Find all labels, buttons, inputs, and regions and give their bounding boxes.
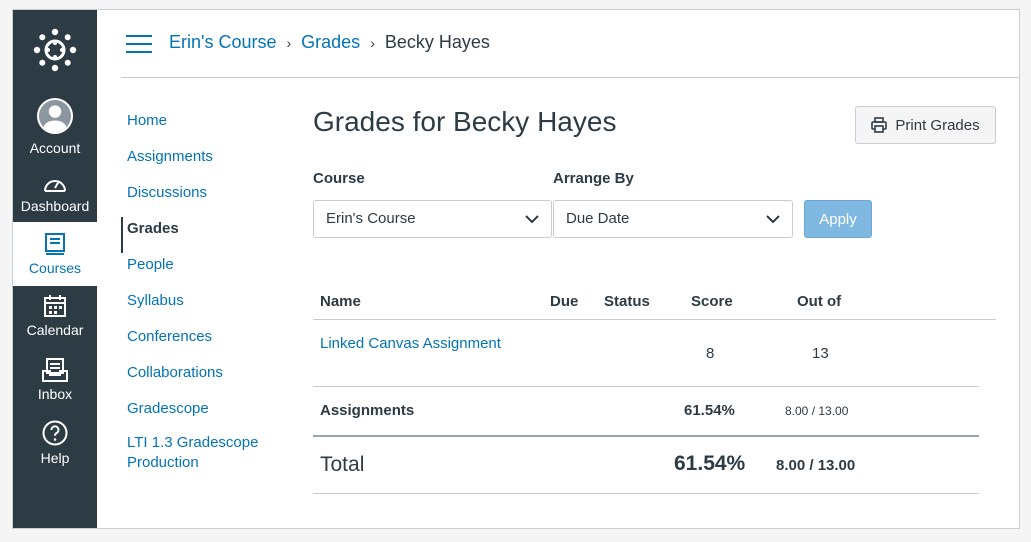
group-points: 8.00 / 13.00 [785,404,849,418]
assignment-link[interactable]: Linked Canvas Assignment [320,335,501,352]
page-title: Grades for Becky Hayes [313,106,617,137]
calendar-icon [44,295,66,317]
course-nav-conferences[interactable]: Conferences [121,325,291,361]
course-nav-lti-gradescope[interactable]: LTI 1.3 Gradescope Production [121,433,271,473]
print-grades-button[interactable]: Print Grades [855,106,996,144]
breadcrumb-course[interactable]: Erin's Course [169,32,276,53]
course-nav-grades[interactable]: Grades [121,217,291,253]
row-divider [313,386,979,387]
nav-help[interactable]: Help [13,420,97,466]
breadcrumb: Erin's Course › Grades › Becky Hayes [169,32,490,53]
nav-account-label: Account [29,140,81,156]
printer-icon [871,117,888,133]
breadcrumb-separator-icon: › [370,34,375,51]
nav-dashboard-label: Dashboard [20,198,90,214]
courses-icon [45,233,65,255]
nav-help-label: Help [40,450,70,466]
course-nav-assignments[interactable]: Assignments [121,145,291,181]
course-nav-home[interactable]: Home [121,109,291,145]
assignment-out-of: 13 [812,345,829,362]
group-percent: 61.54% [684,402,735,419]
breadcrumb-grades[interactable]: Grades [301,32,360,53]
arrange-by-label: Arrange By [553,170,634,187]
canvas-logo-icon[interactable] [32,27,78,73]
nav-calendar[interactable]: Calendar [13,294,97,338]
breadcrumb-student: Becky Hayes [384,32,490,52]
app-window: Account Dashboard Courses Calendar Inbox… [12,9,1020,529]
col-header-status: Status [604,293,650,310]
assignment-score: 8 [706,345,715,362]
arrange-by-value: Due Date [566,210,630,227]
nav-courses[interactable]: Courses [13,222,97,286]
col-header-out-of: Out of [797,293,842,310]
print-grades-label: Print Grades [895,116,980,134]
course-nav-discussions[interactable]: Discussions [121,181,291,217]
nav-dashboard[interactable]: Dashboard [13,174,97,214]
help-icon [42,420,68,446]
inbox-icon [42,358,68,382]
nav-inbox-label: Inbox [37,386,73,402]
course-select[interactable]: Erin's Course [313,200,552,238]
col-header-score: Score [691,293,733,310]
arrange-by-select[interactable]: Due Date [553,200,793,238]
total-divider [313,435,979,437]
page-header: Erin's Course › Grades › Becky Hayes [121,10,1019,78]
course-select-label: Course [313,170,365,187]
total-label: Total [320,453,365,476]
apply-button[interactable]: Apply [804,200,872,238]
course-select-value: Erin's Course [326,210,416,227]
breadcrumb-separator-icon: › [286,34,292,51]
total-percent: 61.54% [674,452,746,475]
chevron-down-icon [525,215,539,224]
course-nav: Home Assignments Discussions Grades Peop… [121,109,291,473]
group-name: Assignments [320,402,415,419]
table-bottom-divider [313,493,979,494]
nav-calendar-label: Calendar [26,322,84,338]
hamburger-menu-icon[interactable] [126,35,152,53]
total-points: 8.00 / 13.00 [776,457,856,474]
global-nav: Account Dashboard Courses Calendar Inbox… [13,10,97,528]
nav-account[interactable]: Account [13,98,97,156]
chevron-down-icon [766,215,780,224]
course-nav-collaborations[interactable]: Collaborations [121,361,291,397]
dashboard-icon [44,180,66,192]
course-nav-syllabus[interactable]: Syllabus [121,289,291,325]
col-header-name: Name [320,293,361,310]
table-header-divider [313,319,996,320]
nav-courses-label: Courses [28,260,82,276]
course-nav-people[interactable]: People [121,253,291,289]
col-header-due: Due [550,293,579,310]
course-nav-gradescope[interactable]: Gradescope [121,397,291,433]
nav-inbox[interactable]: Inbox [13,358,97,402]
avatar-icon [37,98,73,134]
